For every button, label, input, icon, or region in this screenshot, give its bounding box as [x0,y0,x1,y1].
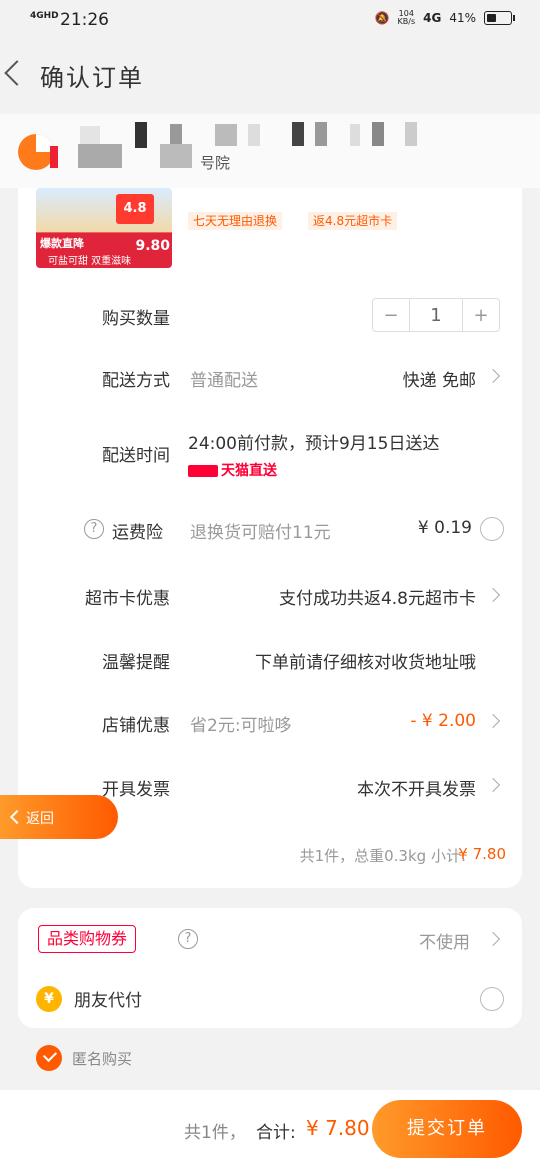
floating-back-button[interactable]: 返回 [0,795,118,839]
blur-block [135,122,147,148]
help-icon[interactable]: ? [178,929,198,949]
coupon-tag[interactable]: 品类购物券 [38,925,137,953]
insurance-checkbox[interactable] [480,517,504,541]
product-image-price: 9.80 [135,238,170,254]
delivery-value: 普通配送 [190,371,258,391]
bottom-total-label: 合计: [256,1123,296,1143]
status-bar: 4GHD 21:26 🔕 104 KB/s 4G 41% [0,0,540,40]
market-card-value[interactable]: 支付成功共返4.8元超市卡 [279,584,476,609]
help-icon[interactable]: ? [84,519,104,539]
status-right: 🔕 104 KB/s 4G 41% [374,9,515,26]
blur-block [78,144,122,168]
battery-percent: 41% [449,11,476,25]
reminder-value: 下单前请仔细核对收货地址哦 [255,653,476,673]
blur-block [50,146,58,168]
net-speed: 104 KB/s [397,9,416,26]
delivery-time-label: 配送时间 [102,446,170,466]
store-logo [18,134,54,170]
store-bar[interactable]: 号院 [0,114,540,188]
reminder-label: 温馨提醒 [102,653,170,673]
product-image-badge: 4.8 [116,194,154,224]
shipping-insurance-price: ¥ 0.19 [417,518,472,538]
invoice-value[interactable]: 本次不开具发票 [357,775,476,800]
store-name: 号院 [200,154,231,172]
bottom-total: ¥ 7.80 [306,1116,370,1140]
plus-button[interactable]: + [462,299,499,331]
product-image-sub: 可盐可甜 双重滋味 [48,256,132,267]
friend-pay-label: 朋友代付 [74,991,142,1011]
shipping-insurance-label: 运费险 [112,523,163,543]
battery-icon [484,11,515,25]
shipping-insurance-value: 退换货可赔付11元 [190,523,331,543]
store-discount-label: 店铺优惠 [102,716,170,736]
delivery-label: 配送方式 [102,371,170,391]
network-indicator: 4GHD [30,11,59,21]
tmall-direct: 天猫直送 [188,460,288,479]
summary-text: 共1件，总重0.3kg 小计: [299,847,466,865]
blur-block [350,124,360,146]
bottom-count: 共1件， [184,1123,246,1143]
minus-button[interactable]: − [373,299,410,331]
page-title: 确认订单 [40,64,144,92]
network-4g: 4G [423,11,442,25]
blur-block [248,124,260,146]
blur-block [405,122,417,146]
delivery-right[interactable]: 快递 免邮 [403,366,476,391]
quantity-value[interactable]: 1 [410,299,462,331]
summary-price: ¥ 7.80 [458,845,506,863]
chevron-left-icon [9,809,25,825]
blur-block [292,122,304,146]
coupon-value[interactable]: 不使用 [419,928,470,953]
delivery-time-value: 24:00前付款，预计9月15日送达 [188,434,440,454]
product-image-deal: 爆款直降 [40,237,84,250]
header: 确认订单 [0,40,540,114]
floating-back-label: 返回 [26,811,54,827]
friend-pay-radio[interactable] [480,987,504,1011]
blur-block [160,144,192,168]
blur-block [215,124,237,146]
back-icon[interactable] [4,60,30,86]
product-image[interactable]: 4.8 爆款直降 可盐可甜 双重滋味 9.80 [36,188,172,268]
tmall-cart-icon [188,465,218,477]
clock: 21:26 [60,10,109,30]
submit-order-button[interactable]: 提交订单 [372,1100,522,1158]
blur-block [372,122,384,146]
blur-block [80,126,100,146]
market-card-label: 超市卡优惠 [85,589,170,609]
store-discount-price[interactable]: - ¥ 2.00 [410,711,476,731]
mute-icon: 🔕 [374,11,390,25]
quantity-label: 购买数量 [102,309,170,329]
anonymous-label: 匿名购买 [72,1050,133,1068]
tag-cashback: 返4.8元超市卡 [308,212,398,230]
store-discount-value: 省2元:可啦哆 [190,716,292,736]
blur-block [315,122,327,146]
yen-icon: ¥ [36,986,62,1012]
anonymous-checkbox[interactable] [36,1045,62,1071]
quantity-stepper[interactable]: − 1 + [372,298,500,332]
tag-return: 七天无理由退换 [188,212,283,230]
